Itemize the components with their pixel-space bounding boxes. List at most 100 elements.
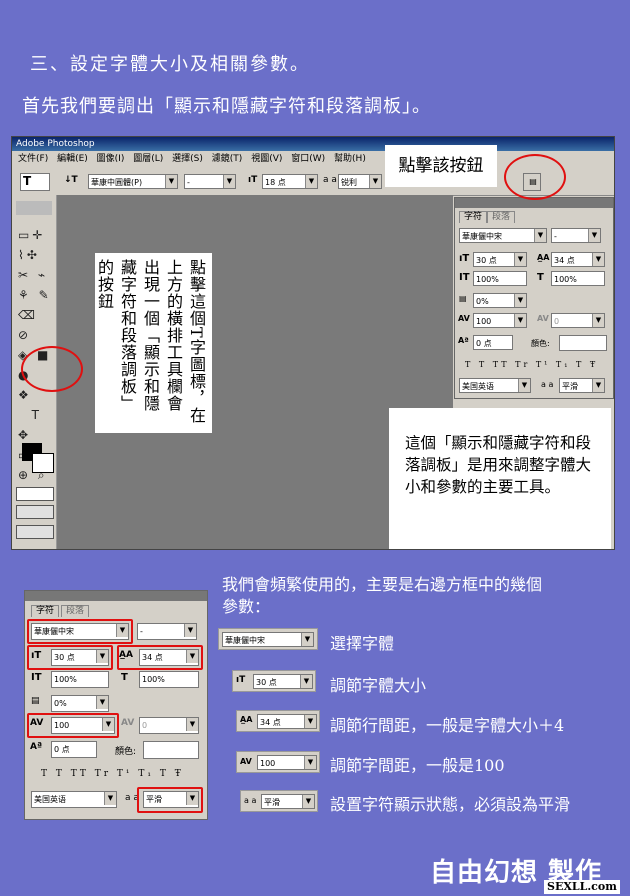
panel-language-value: 美国英语	[34, 795, 66, 804]
jump-to-imageready-button[interactable]	[16, 525, 54, 539]
legend-antialias-value: 平滑	[264, 798, 280, 807]
panel-style-value: -	[554, 232, 557, 241]
chevron-down-icon: ▼	[305, 175, 317, 188]
window-titlebar: Adobe Photoshop	[12, 137, 614, 151]
leading-icon: A̲A	[537, 253, 550, 262]
format-buttons[interactable]: T T TT Tr T¹ T₁ T Ŧ	[41, 769, 184, 779]
chevron-down-icon: ▼	[514, 314, 526, 327]
menu-layer[interactable]: 圖層(L)	[133, 154, 163, 164]
chevron-down-icon: ▼	[592, 379, 604, 392]
font-family-select[interactable]: 華康中圓體(P) ▼	[88, 174, 178, 189]
panel-antialias-select[interactable]: 平滑 ▼	[559, 378, 605, 393]
chevron-down-icon: ▼	[300, 675, 312, 688]
leading-icon: A̲A	[240, 715, 253, 724]
tracking-icon: AV	[240, 757, 252, 766]
panel-kerning-value: 0	[554, 317, 560, 326]
tab-character[interactable]: 字符	[31, 605, 60, 617]
tab-paragraph[interactable]: 段落	[61, 605, 90, 617]
panel-language-select[interactable]: 美国英语 ▼	[459, 378, 531, 393]
callout-vertical-instruction: 點擊這個T字圖標，在上方的橫排工具欄會出現一個「顯示和隱藏字符和段落調板」的按鈕	[95, 253, 212, 433]
panel-style-select[interactable]: - ▼	[551, 228, 601, 243]
font-size-icon: ıT	[236, 675, 246, 685]
menu-edit[interactable]: 編輯(E)	[57, 154, 88, 164]
panel-tsume-value: 0%	[54, 699, 67, 708]
font-style-value: -	[187, 178, 190, 187]
screen-mode-buttons[interactable]	[16, 505, 54, 519]
font-size-value: 18 点	[265, 178, 286, 187]
chevron-down-icon: ▼	[301, 633, 313, 646]
panel-baseline-value: 0 点	[476, 339, 492, 348]
highlight-tracking	[27, 713, 119, 738]
format-buttons[interactable]: T T TT Tr T¹ T₁ T Ŧ	[465, 360, 598, 369]
panel-language-select[interactable]: 美国英语 ▼	[31, 791, 117, 808]
antialias-select[interactable]: 锐利 ▼	[338, 174, 382, 189]
panel-kerning-field[interactable]: 0 ▼	[139, 717, 199, 734]
tab-paragraph[interactable]: 段落	[487, 211, 516, 223]
vertical-scale-icon: IT	[31, 672, 42, 683]
panel-kerning-field[interactable]: 0 ▼	[551, 313, 605, 328]
panel-baseline-field[interactable]: 0 点	[51, 741, 97, 758]
window-title: Adobe Photoshop	[16, 139, 95, 149]
chevron-down-icon: ▼	[304, 756, 316, 769]
menu-file[interactable]: 文件(F)	[18, 154, 48, 164]
panel-tsume-field[interactable]: 0% ▼	[51, 695, 109, 712]
menu-window[interactable]: 窗口(W)	[291, 154, 325, 164]
menu-view[interactable]: 視圖(V)	[251, 154, 282, 164]
panel-kerning-value: 0	[142, 721, 148, 730]
legend-font-value: 華康儷中宋	[225, 636, 265, 645]
menu-filter[interactable]: 濾鏡(T)	[212, 154, 243, 164]
chevron-down-icon: ▼	[514, 294, 526, 307]
font-size-select[interactable]: 18 点 ▼	[262, 174, 318, 189]
color-swatch[interactable]	[143, 741, 199, 759]
panel-hscale-field[interactable]: 100%	[139, 671, 199, 688]
color-swatch[interactable]	[559, 335, 607, 351]
panel-baseline-field[interactable]: 0 点	[473, 335, 513, 350]
font-style-select[interactable]: - ▼	[184, 174, 236, 189]
legend-size-control: ıT 30 点 ▼	[232, 670, 316, 692]
color-label: 顏色:	[531, 339, 550, 348]
panel-style-select[interactable]: - ▼	[137, 623, 197, 640]
tool-preset-button[interactable]: T	[20, 173, 50, 191]
menu-image[interactable]: 圖像(I)	[97, 154, 125, 164]
chevron-down-icon: ▼	[514, 253, 526, 266]
highlight-circle-type-tool	[21, 346, 83, 392]
chevron-down-icon: ▼	[223, 175, 235, 188]
palette-titlebar	[25, 591, 207, 601]
intro-text-line-2: 參數：	[222, 597, 271, 616]
panel-baseline-value: 0 点	[54, 745, 70, 754]
panel-font-value: 華康儷中宋	[462, 232, 502, 241]
background-color-swatch[interactable]	[32, 453, 54, 473]
panel-tracking-value: 100	[476, 317, 492, 326]
panel-size-field[interactable]: 30 点 ▼	[473, 252, 527, 267]
panel-vscale-field[interactable]: 100%	[473, 271, 527, 286]
quickmask-buttons[interactable]	[16, 487, 54, 501]
panel-tracking-field[interactable]: 100 ▼	[473, 313, 527, 328]
character-palette-large: 字符 段落 華康儷中宋 ▼ - ▼ ıT 30 点 ▼ A̲A 34 点 ▼ IT 10…	[24, 590, 208, 820]
chevron-down-icon: ▼	[104, 792, 116, 805]
panel-hscale-field[interactable]: 100%	[551, 271, 605, 286]
legend-size-value: 30 点	[256, 678, 277, 687]
antialias-value: 锐利	[341, 178, 357, 187]
legend-size-desc: 調節字體大小	[330, 676, 427, 695]
menu-help[interactable]: 幫助(H)	[334, 154, 366, 164]
text-orientation-icon[interactable]: ↓T	[64, 175, 78, 185]
font-size-icon: ıT	[248, 175, 258, 185]
tracking-icon: AV	[458, 314, 470, 323]
highlight-antialias	[137, 787, 203, 813]
intro-text-line-1: 我們會頻繁使用的，主要是右邊方框中的幾個	[222, 575, 543, 594]
baseline-shift-icon: Aª	[30, 742, 43, 752]
antialias-icon: a a	[541, 380, 554, 389]
panel-font-select[interactable]: 華康儷中宋 ▼	[459, 228, 547, 243]
panel-leading-field[interactable]: 34 点 ▼	[551, 252, 605, 267]
tab-character[interactable]: 字符	[459, 211, 488, 223]
legend-leading-value: 34 点	[260, 718, 281, 727]
legend-antialias-desc: 設置字符顯示狀態，必須設為平滑	[330, 795, 571, 814]
chevron-down-icon: ▼	[592, 314, 604, 327]
tool-icons[interactable]: ▭✛⌇✣✂ ⌁⚘ ✎⌫ ⊘◈ ■● ❖ T✥ ▭⊕ ⌕	[18, 225, 52, 482]
panel-vscale-field[interactable]: 100%	[51, 671, 109, 688]
menu-select[interactable]: 選擇(S)	[172, 154, 203, 164]
legend-size-field: 30 点 ▼	[253, 674, 313, 689]
chevron-down-icon: ▼	[592, 253, 604, 266]
panel-tsume-field[interactable]: 0% ▼	[473, 293, 527, 308]
legend-antialias-control: a a 平滑 ▼	[240, 790, 318, 812]
